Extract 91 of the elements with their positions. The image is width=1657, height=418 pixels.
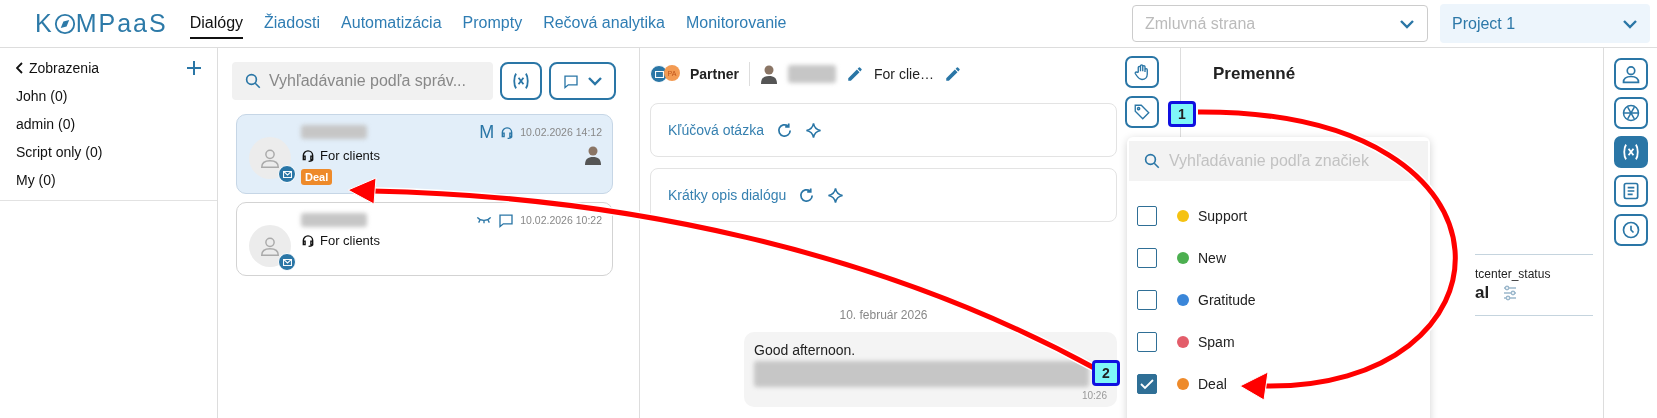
headset-icon (301, 147, 315, 163)
partner-label: Partner (690, 66, 740, 82)
nav-tab[interactable]: Automatizácia (341, 8, 442, 39)
project-select[interactable]: Project 1 (1440, 4, 1650, 43)
tag-button[interactable] (1125, 96, 1159, 128)
message-text: Good afternoon. (754, 342, 857, 358)
panel-button[interactable] (1613, 214, 1648, 246)
sparkle-icon[interactable] (827, 186, 845, 204)
redacted-name (301, 213, 367, 227)
pencil-icon[interactable] (846, 65, 865, 83)
checkbox[interactable] (1137, 248, 1157, 268)
headset-icon (301, 233, 315, 248)
queue-name: For clie… (874, 66, 934, 82)
tag-label: Deal (301, 169, 333, 185)
variable-icon (1620, 143, 1641, 161)
ai-knot-icon (1620, 103, 1641, 123)
redacted-name (301, 125, 367, 139)
tag-label: Spam (1198, 334, 1235, 350)
add-icon[interactable] (187, 61, 201, 75)
pencil-icon[interactable] (943, 65, 962, 83)
dialog-date: 10.02.2026 14:12 (520, 126, 602, 138)
chat-icon (498, 212, 515, 228)
nav-tab[interactable]: Rečová analytika (543, 8, 665, 39)
compass-icon (53, 12, 76, 35)
hand-icon (1133, 63, 1151, 81)
variables-button[interactable] (500, 62, 542, 100)
view-item[interactable]: John (0) (16, 88, 68, 104)
logo-text: K (35, 11, 54, 36)
panel-button[interactable] (1613, 175, 1648, 207)
logo-text: MPaaS (75, 11, 168, 36)
step-marker: 2 (1092, 360, 1120, 386)
search-field[interactable]: Vyhľadávanie podľa správ... (232, 62, 493, 100)
chevron-left-icon (16, 62, 23, 74)
channel-dropdown[interactable] (549, 62, 616, 100)
chevron-down-icon (1622, 18, 1638, 29)
nav-tab[interactable]: Prompty (462, 8, 523, 39)
tag-label: New (1198, 250, 1226, 266)
sliders-icon[interactable] (1503, 285, 1518, 301)
checkbox[interactable] (1137, 332, 1157, 352)
message-time: 10:26 (1081, 390, 1107, 401)
mail-icon (650, 65, 668, 83)
dialog-date: 10.02.2026 10:22 (520, 214, 602, 226)
refresh-icon[interactable] (775, 121, 793, 139)
redacted-name (788, 65, 837, 83)
view-item[interactable]: Script only (0) (16, 144, 103, 160)
tag-label: Support (1198, 208, 1248, 224)
checkbox[interactable] (1137, 290, 1157, 310)
nav-tab[interactable]: Dialógy (189, 8, 244, 39)
tag-label: Deal (1198, 376, 1227, 392)
variable-name: tcenter_status (1475, 267, 1552, 281)
step-marker: 1 (1168, 101, 1196, 127)
mail-badge-icon (278, 253, 296, 271)
select-placeholder: Zmluvná strana (1145, 14, 1256, 33)
agent-avatar-icon (760, 64, 779, 84)
view-item[interactable]: My (0) (16, 172, 56, 188)
panel-title: Premenné (1213, 64, 1297, 84)
sparkle-icon[interactable] (804, 121, 822, 139)
dialog-card[interactable]: M 10.02.2026 14:12 For clients Deal (236, 114, 613, 194)
chevron-down-icon (1399, 18, 1415, 29)
summary-label: Krátky opis dialógu (668, 187, 787, 203)
person-icon (1620, 64, 1641, 84)
checkbox[interactable] (1137, 206, 1157, 226)
nav-tab[interactable]: Monitorovanie (686, 8, 787, 39)
dialog-card[interactable]: 10.02.2026 10:22 For clients (236, 202, 613, 276)
refresh-icon[interactable] (798, 186, 816, 204)
avatar-icon (259, 235, 281, 257)
variable-value: al (1475, 283, 1490, 303)
view-item[interactable]: admin (0) (16, 116, 76, 132)
tag-icon (1133, 103, 1151, 121)
back-link[interactable]: Zobrazenia (16, 60, 100, 76)
panel-button[interactable] (1613, 136, 1648, 168)
nav-tab[interactable]: Žiadosti (264, 8, 321, 39)
clock-icon (1620, 220, 1641, 240)
queue-name: For clients (320, 233, 380, 248)
summary-label: Kľúčová otázka (668, 122, 764, 138)
queue-name: For clients (320, 147, 380, 163)
mail-badge-icon (278, 165, 296, 183)
panel-button[interactable] (1613, 97, 1648, 129)
headset-icon (500, 124, 515, 140)
avatar-icon (259, 147, 281, 169)
closed-eye-icon (476, 215, 493, 225)
checkbox[interactable] (1137, 374, 1157, 394)
channel-mark: M (479, 123, 495, 141)
chat-icon (562, 73, 579, 89)
panel-button[interactable] (1613, 58, 1648, 90)
hand-button[interactable] (1125, 56, 1159, 88)
tag-label: Gratitude (1198, 292, 1256, 308)
chevron-down-icon (586, 76, 603, 86)
variable-icon (511, 72, 531, 90)
select-value: Project 1 (1452, 14, 1516, 33)
date-separator: 10. február 2026 (838, 308, 929, 322)
